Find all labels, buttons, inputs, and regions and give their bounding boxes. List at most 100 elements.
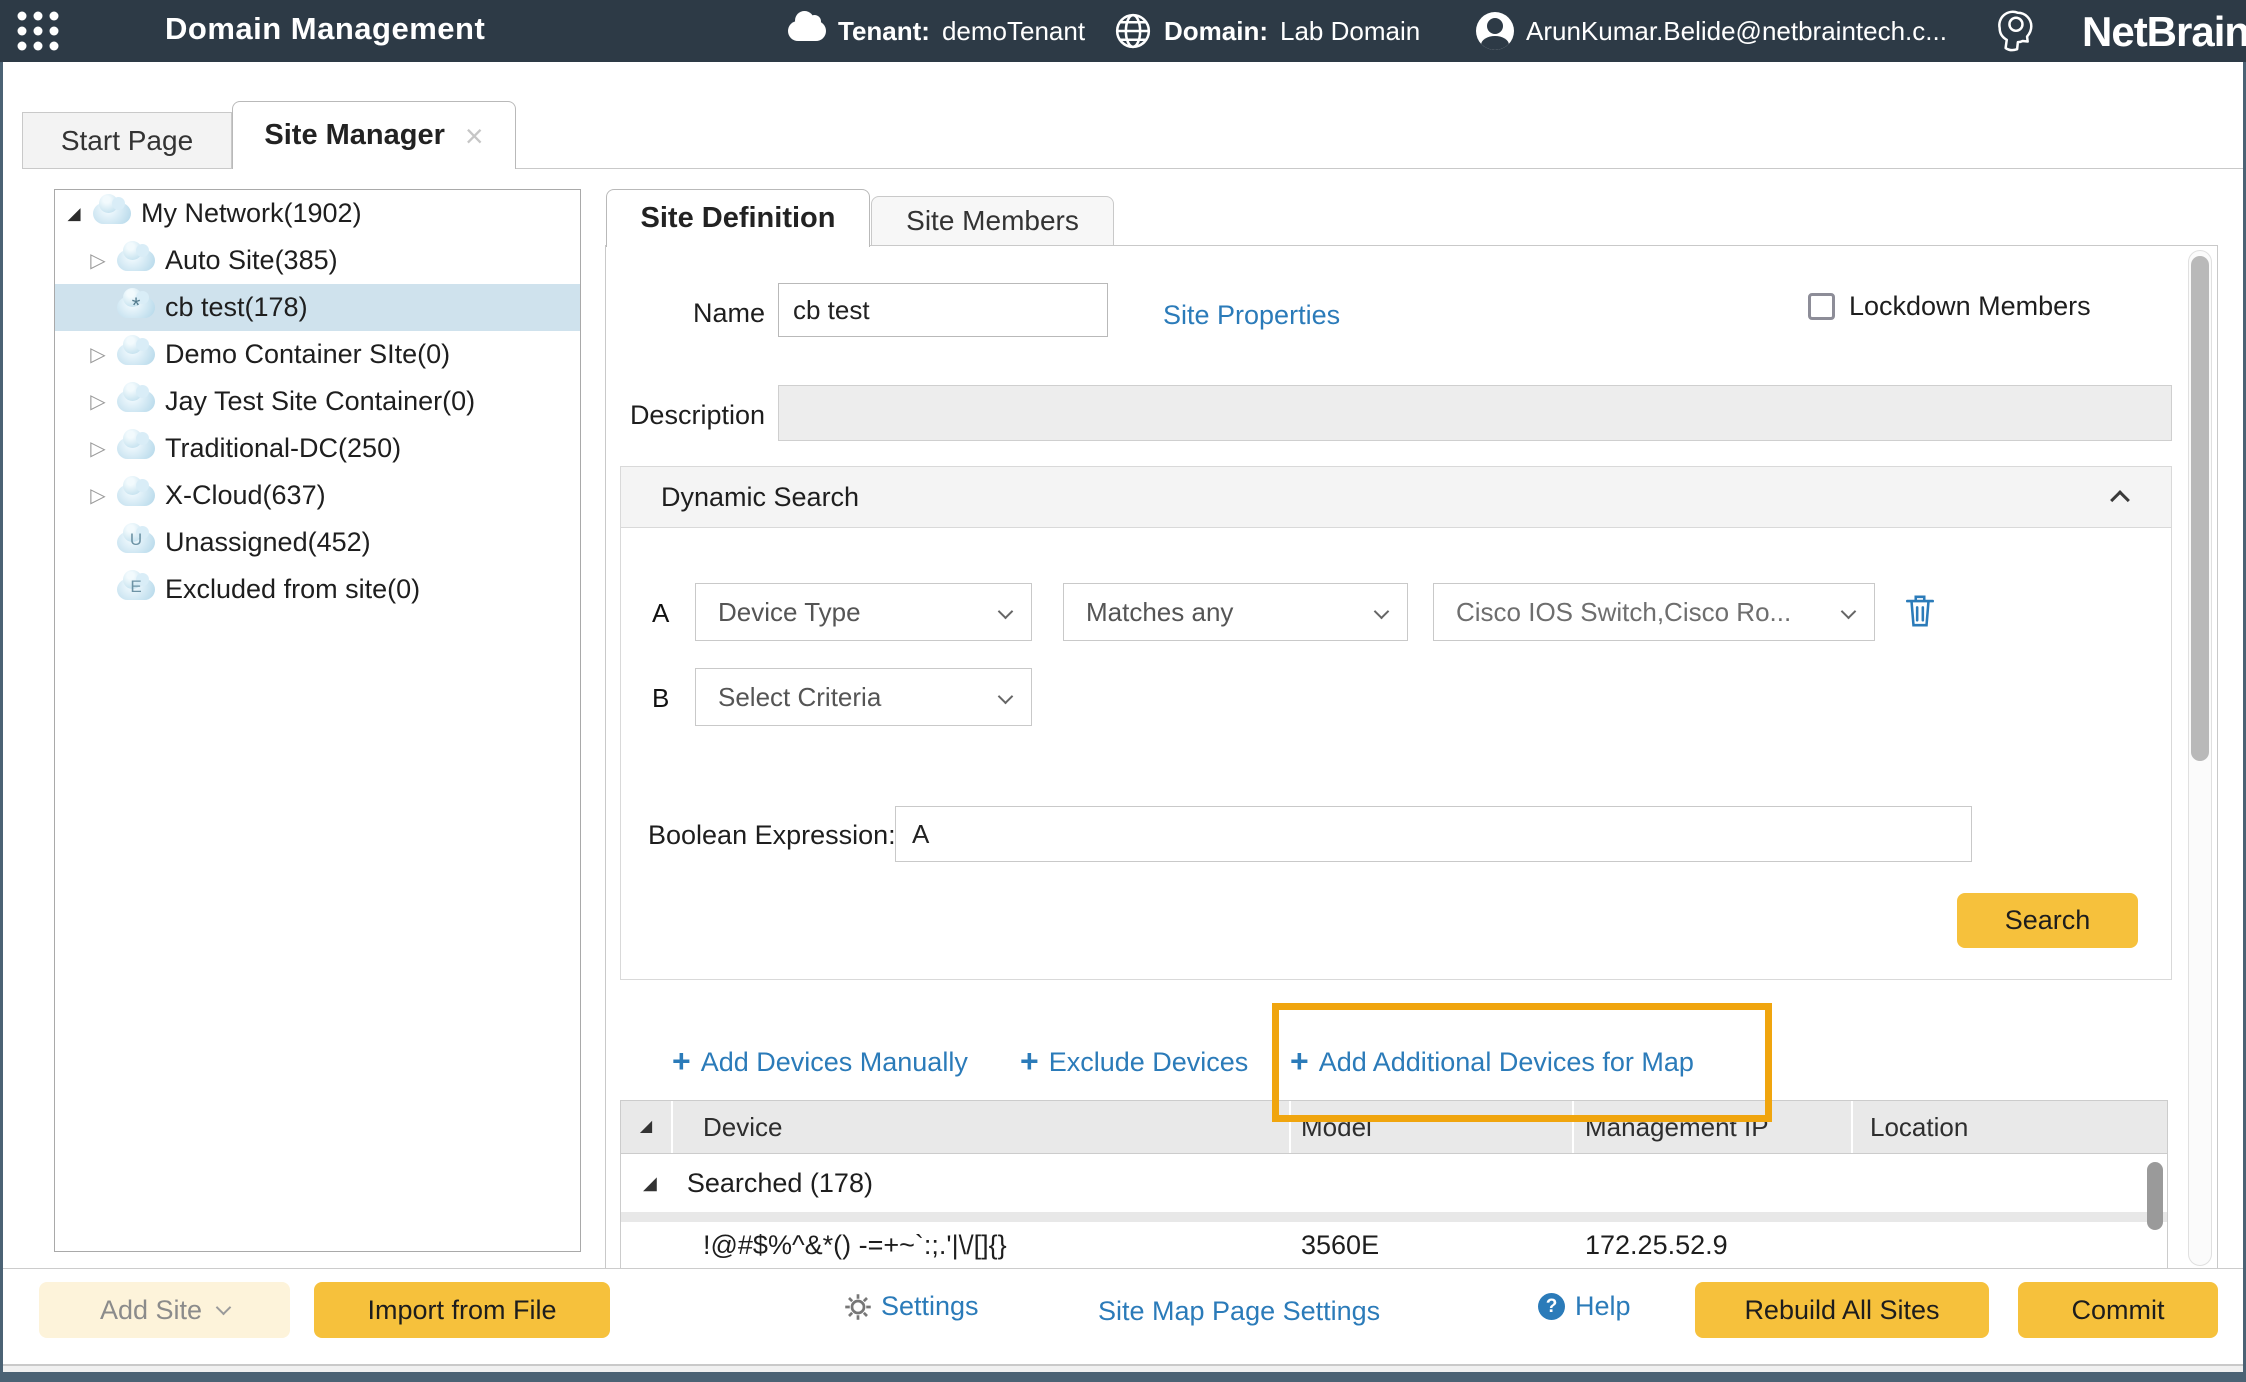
criteria-value-dropdown[interactable]: Cisco IOS Switch,Cisco Ro... xyxy=(1433,583,1875,641)
tree-item-label: Jay Test Site Container(0) xyxy=(165,386,475,417)
tree-item-my-network[interactable]: ◢ My Network(1902) xyxy=(55,190,580,237)
cloud-icon xyxy=(117,391,155,412)
tree-item-label: Traditional-DC(250) xyxy=(165,433,401,464)
tree-item-excluded[interactable]: E Excluded from site(0) xyxy=(55,566,580,613)
unassigned-cloud-icon: U xyxy=(117,532,155,553)
chevron-down-icon xyxy=(216,1299,232,1315)
excluded-cloud-icon: E xyxy=(117,579,155,600)
help-link[interactable]: ? Help xyxy=(1538,1291,1631,1322)
help-question-icon: ? xyxy=(1538,1293,1565,1320)
site-name-input[interactable]: cb test xyxy=(778,283,1108,337)
add-site-button[interactable]: Add Site xyxy=(39,1282,290,1338)
boolean-expression-input[interactable]: A xyxy=(895,806,1972,862)
panel-scrollbar-thumb[interactable] xyxy=(2191,256,2209,761)
tree-item-label: Excluded from site(0) xyxy=(165,574,420,605)
dynamic-search-header[interactable]: Dynamic Search xyxy=(621,467,2171,528)
tree-item-demo-container[interactable]: ▷ Demo Container SIte(0) xyxy=(55,331,580,378)
expander-collapsed-icon[interactable]: ▷ xyxy=(85,436,111,461)
user-email[interactable]: ArunKumar.Belide@netbraintech.c... xyxy=(1526,16,1947,47)
tree-item-label: X-Cloud(637) xyxy=(165,480,326,511)
ai-assistant-head-icon[interactable] xyxy=(1992,8,2038,54)
lockdown-label: Lockdown Members xyxy=(1849,291,2091,322)
expander-collapsed-icon[interactable]: ▷ xyxy=(85,342,111,367)
app-grid-menu-icon[interactable] xyxy=(16,11,60,51)
device-type-dropdown[interactable]: Device Type xyxy=(695,583,1032,641)
chevron-down-icon xyxy=(1841,604,1857,620)
description-input[interactable] xyxy=(778,385,2172,441)
domain-value[interactable]: Lab Domain xyxy=(1280,16,1420,47)
gear-icon xyxy=(843,1292,873,1322)
site-map-page-settings-link[interactable]: Site Map Page Settings xyxy=(1098,1296,1380,1327)
collapse-chevron-up-icon[interactable] xyxy=(2110,490,2130,510)
settings-link[interactable]: Settings xyxy=(843,1291,979,1322)
rebuild-all-sites-button[interactable]: Rebuild All Sites xyxy=(1695,1282,1989,1338)
tree-item-label: Auto Site(385) xyxy=(165,245,338,276)
tree-item-label: My Network(1902) xyxy=(141,198,362,229)
group-expander-icon[interactable]: ◢ xyxy=(643,1174,657,1192)
expander-collapsed-icon[interactable]: ▷ xyxy=(85,483,111,508)
import-from-file-button[interactable]: Import from File xyxy=(314,1282,610,1338)
tree-item-unassigned[interactable]: U Unassigned(452) xyxy=(55,519,580,566)
commit-button[interactable]: Commit xyxy=(2018,1282,2218,1338)
tree-item-jay-test[interactable]: ▷ Jay Test Site Container(0) xyxy=(55,378,580,425)
table-scrollbar-thumb[interactable] xyxy=(2147,1162,2163,1230)
window-border-left xyxy=(0,62,3,1382)
matches-value: Matches any xyxy=(1086,597,1233,628)
window-border-bottom xyxy=(0,1372,2246,1382)
delete-criteria-trash-icon[interactable] xyxy=(1903,592,1937,630)
globe-icon xyxy=(1114,12,1152,50)
cloud-icon xyxy=(117,485,155,506)
criteria-value: Cisco IOS Switch,Cisco Ro... xyxy=(1456,597,1791,628)
add-devices-manually-link[interactable]: + Add Devices Manually xyxy=(672,1046,968,1078)
user-group[interactable]: ArunKumar.Belide@netbraintech.c... xyxy=(1476,0,1947,62)
criteria-row-a-label: A xyxy=(652,598,669,629)
collapse-all-column[interactable]: ◢ xyxy=(621,1101,673,1153)
table-row[interactable]: !@#$%^&*() -=+~`:;.'|\/[]{} 3560E 172.25… xyxy=(621,1222,2167,1268)
tenant-label: Tenant: xyxy=(838,16,930,47)
exclude-devices-link[interactable]: + Exclude Devices xyxy=(1020,1046,1248,1078)
cloud-icon xyxy=(93,203,131,224)
cell-device: !@#$%^&*() -=+~`:;.'|\/[]{} xyxy=(673,1230,1291,1261)
tree-item-x-cloud[interactable]: ▷ X-Cloud(637) xyxy=(55,472,580,519)
tree-item-label: cb test(178) xyxy=(165,292,308,323)
tab-site-manager[interactable]: Site Manager × xyxy=(232,101,516,169)
tree-item-label: Unassigned(452) xyxy=(165,527,371,558)
annotation-highlight-box xyxy=(1272,1003,1772,1122)
device-type-value: Device Type xyxy=(718,597,861,628)
tree-item-auto-site[interactable]: ▷ Auto Site(385) xyxy=(55,237,580,284)
column-header-location[interactable]: Location xyxy=(1853,1101,2167,1153)
column-header-device[interactable]: Device xyxy=(673,1101,1291,1153)
boolean-expression-label: Boolean Expression: xyxy=(648,820,896,851)
tab-site-members[interactable]: Site Members xyxy=(871,196,1114,246)
chevron-down-icon xyxy=(998,689,1014,705)
site-properties-link[interactable]: Site Properties xyxy=(1163,300,1340,331)
tree-item-label: Demo Container SIte(0) xyxy=(165,339,450,370)
expander-expanded-icon[interactable]: ◢ xyxy=(61,204,87,224)
tenant-value[interactable]: demoTenant xyxy=(942,16,1085,47)
plus-icon: + xyxy=(672,1045,691,1077)
expander-collapsed-icon[interactable]: ▷ xyxy=(85,389,111,414)
tenant-cloud-icon xyxy=(788,21,826,41)
close-tab-icon[interactable]: × xyxy=(465,120,484,152)
table-scrollbar[interactable] xyxy=(2147,1158,2163,1264)
tab-site-definition[interactable]: Site Definition xyxy=(606,189,870,247)
cell-management-ip: 172.25.52.9 xyxy=(1574,1230,1853,1261)
name-label: Name xyxy=(640,298,765,329)
search-button[interactable]: Search xyxy=(1957,893,2138,948)
cell-model: 3560E xyxy=(1291,1230,1574,1261)
tree-item-traditional-dc[interactable]: ▷ Traditional-DC(250) xyxy=(55,425,580,472)
tab-start-page[interactable]: Start Page xyxy=(22,112,232,169)
group-row-label: Searched (178) xyxy=(687,1168,873,1199)
add-devices-manually-label: Add Devices Manually xyxy=(701,1047,968,1078)
tree-item-cb-test[interactable]: * cb test(178) xyxy=(55,284,580,331)
matches-dropdown[interactable]: Matches any xyxy=(1063,583,1408,641)
footer-bar: Add Site Import from File Settings Site … xyxy=(0,1269,2246,1364)
expander-collapsed-icon[interactable]: ▷ xyxy=(85,248,111,273)
lockdown-members-control[interactable]: Lockdown Members xyxy=(1808,291,2091,322)
searched-group-row[interactable]: ◢ Searched (178) xyxy=(621,1154,2167,1212)
lockdown-checkbox[interactable] xyxy=(1808,293,1835,320)
settings-label: Settings xyxy=(881,1291,979,1322)
domain-group: Domain: Lab Domain xyxy=(1114,0,1420,62)
select-criteria-dropdown[interactable]: Select Criteria xyxy=(695,668,1032,726)
chevron-down-icon xyxy=(998,604,1014,620)
